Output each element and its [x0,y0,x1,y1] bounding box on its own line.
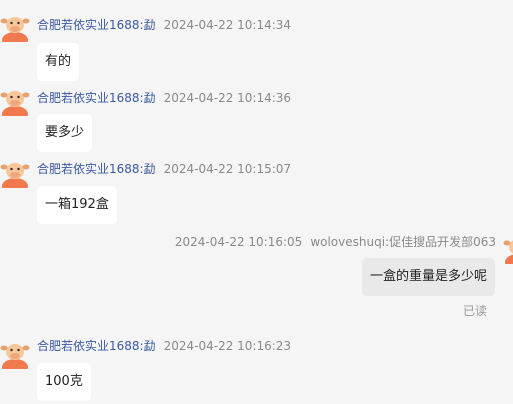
sender-avatar-icon[interactable] [0,86,30,116]
message-timestamp: 2024-04-22 10:16:05 [174,235,303,249]
message-timestamp: 2024-04-22 10:15:07 [163,162,292,176]
my-avatar-icon[interactable] [503,234,513,264]
sender-name[interactable]: 合肥若依实业1688:勐 [37,162,156,176]
sender-avatar-icon[interactable] [0,339,30,369]
read-status: 已读 [462,304,487,318]
sender-name[interactable]: 合肥若依实业1688:勐 [37,18,156,32]
message-timestamp: 2024-04-22 10:14:36 [163,91,292,105]
sender-name[interactable]: 合肥若依实业1688:勐 [37,339,156,353]
message-bubble[interactable]: 有的 [37,43,80,81]
chat-message-list[interactable]: 合肥若依实业1688:勐 2024-04-22 10:14:34 有的 合肥若依实… [0,0,513,404]
message-bubble[interactable]: 要多少 [37,114,93,152]
message-bubble[interactable]: 一盒的重量是多少呢 [361,258,495,296]
message-meta: 合肥若依实业1688:勐 2024-04-22 10:15:07 [37,161,291,177]
message-timestamp: 2024-04-22 10:16:23 [163,339,292,353]
message-meta: 合肥若依实业1688:勐 2024-04-22 10:14:34 [37,17,291,33]
message-meta: 合肥若依实业1688:勐 2024-04-22 10:14:36 [37,90,291,106]
sender-name[interactable]: woloveshuqi:促佳搜品开发部063 [310,235,496,249]
message-timestamp: 2024-04-22 10:14:34 [163,18,292,32]
message-bubble[interactable]: 一箱192盒 [37,186,117,224]
sender-name[interactable]: 合肥若依实业1688:勐 [37,91,156,105]
message-bubble[interactable]: 100克 [37,363,91,401]
sender-avatar-icon[interactable] [0,12,30,42]
message-meta: 2024-04-22 10:16:05 woloveshuqi:促佳搜品开发部06… [175,234,496,250]
message-meta: 合肥若依实业1688:勐 2024-04-22 10:16:23 [37,338,291,354]
sender-avatar-icon[interactable] [0,158,30,188]
